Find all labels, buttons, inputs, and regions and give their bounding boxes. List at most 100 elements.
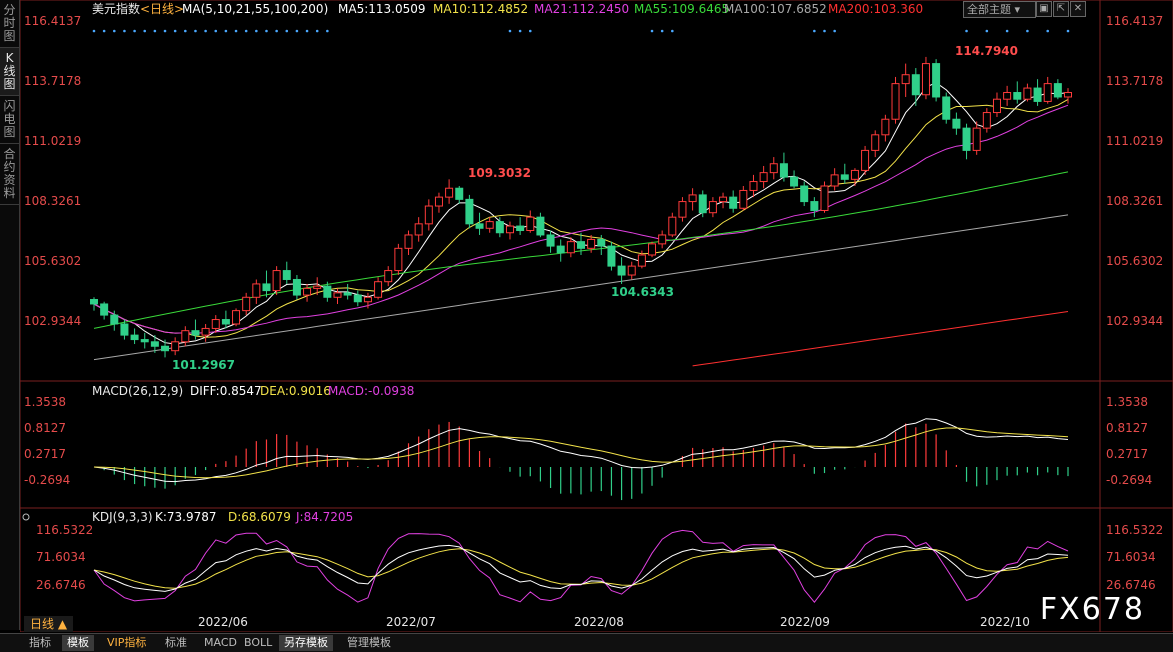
candle-body: [292, 278, 301, 296]
macd-indicator: [93, 418, 1069, 501]
tab-save-template[interactable]: 另存模板: [279, 635, 333, 651]
tab-vip-indicator[interactable]: VIP指标: [102, 635, 151, 651]
macd-tick-label: 0.2717: [1106, 447, 1148, 461]
date-tick-label: 2022/10: [980, 615, 1030, 629]
macd-value: MACD:-0.0938: [328, 384, 414, 398]
signal-dot: [1046, 29, 1050, 33]
tab-kline[interactable]: K线图: [0, 48, 19, 96]
candle-body: [942, 96, 951, 120]
candle-body: [688, 194, 697, 203]
candle-body: [465, 198, 474, 225]
signal-dot: [1066, 29, 1070, 33]
signal-dot: [660, 29, 664, 33]
left-tab-bar: 分时图 K线图 闪电图 合约资料: [0, 0, 20, 630]
candle-body: [749, 181, 758, 191]
tab-timeshare[interactable]: 分时图: [0, 0, 19, 48]
candle-body: [678, 201, 687, 218]
candle-body: [343, 292, 352, 296]
tab-flash[interactable]: 闪电图: [0, 96, 19, 144]
tab-manage-template[interactable]: 管理模板: [342, 635, 396, 651]
macd-tick-label: 0.8127: [1106, 421, 1148, 435]
candle-body: [404, 234, 413, 249]
tab-template[interactable]: 模板: [62, 635, 94, 651]
kdj-panel-frame: [20, 507, 1173, 632]
theme-select[interactable]: 全部主题 ▾: [963, 1, 1036, 18]
kdj-tick-label-left: 71.6034: [36, 550, 86, 564]
signal-dot: [163, 29, 167, 33]
candle-body: [161, 345, 170, 352]
candle-body: [536, 216, 545, 236]
signal-dot: [965, 29, 968, 33]
candle-body: [901, 74, 910, 85]
candle-body: [130, 334, 139, 341]
tab-contract-info[interactable]: 合约资料: [0, 144, 19, 205]
kdj-tick-label: 71.6034: [1106, 550, 1156, 564]
candle-body: [455, 187, 464, 200]
period-selector[interactable]: 日线 ▲: [24, 616, 74, 632]
price-tick-label-left: 108.3261: [24, 194, 81, 208]
annotation-low-august: 104.6343: [611, 285, 674, 299]
annotation-low-june: 101.2967: [172, 358, 235, 372]
signal-dot: [234, 29, 238, 33]
candle-body: [140, 339, 149, 343]
kdj-j: J:84.7205: [295, 510, 353, 524]
kdj-tick-label: 116.5322: [1106, 523, 1163, 537]
candle-body: [1064, 92, 1072, 98]
candle-body: [577, 241, 585, 249]
kdj-settings-icon[interactable]: [22, 513, 30, 521]
price-tick-label: 102.9344: [1106, 314, 1163, 328]
macd-tick-label: -0.2694: [1106, 473, 1152, 487]
candle-body: [282, 270, 291, 280]
signal-dot: [112, 29, 116, 33]
signal-dot: [265, 29, 268, 33]
signal-dot: [305, 29, 309, 33]
candle-body: [475, 223, 484, 229]
kdj-d: D:68.6079: [228, 510, 291, 524]
candle-body: [211, 319, 220, 329]
chart-area[interactable]: 美元指数 <日线> MA(5,10,21,55,100,200) MA5:113…: [20, 0, 1173, 632]
ma5-line: [93, 82, 1069, 345]
popout-icon[interactable]: ⇱: [1053, 1, 1069, 17]
header-ma-label: MA(5,10,21,55,100,200): [182, 2, 328, 16]
kdj-tick-label-left: 116.5322: [36, 523, 93, 537]
signal-dot: [275, 29, 278, 33]
ma55-value: MA55:109.6465: [634, 2, 729, 16]
ma200-value: MA200:103.360: [828, 2, 923, 16]
candle-body: [252, 283, 261, 298]
date-tick-label: 2022/06: [198, 615, 248, 629]
macd-axis: 1.3538 1.3538 0.8127 0.8127 0.2717 0.2717 -0.2…: [24, 395, 1152, 487]
kdj-d-line: [93, 548, 1069, 589]
candle-body: [323, 285, 332, 298]
price-tick-label: 113.7178: [1106, 74, 1163, 88]
restore-icon[interactable]: ▣: [1036, 1, 1052, 17]
candle-body: [658, 234, 667, 245]
candle-body: [566, 241, 575, 254]
price-axis: 116.4137 116.4137 113.7178 113.7178 111.0219…: [24, 14, 1163, 328]
kdj-indicator: [93, 529, 1069, 604]
tab-standard[interactable]: 标准: [160, 635, 192, 651]
candle-body: [708, 201, 717, 214]
tab-indicator[interactable]: 指标: [24, 635, 56, 651]
tab-boll[interactable]: BOLL: [239, 635, 277, 651]
candle-body: [272, 270, 281, 292]
candle-body: [90, 299, 98, 305]
tab-macd[interactable]: MACD: [199, 635, 242, 651]
candle-body: [221, 319, 230, 325]
candle-body: [627, 265, 636, 276]
close-icon[interactable]: ✕: [1070, 1, 1086, 17]
price-tick-label-left: 105.6302: [24, 254, 81, 268]
candle-body: [485, 221, 494, 229]
ma21-line: [93, 104, 1069, 334]
signal-dot: [133, 29, 136, 33]
candle-body: [992, 98, 1001, 114]
candle-body: [120, 323, 129, 336]
price-tick-label-left: 111.0219: [24, 134, 81, 148]
signal-dot: [833, 29, 836, 33]
candle-body: [242, 296, 251, 312]
macd-tick-label-left: 0.8127: [24, 421, 66, 435]
candle-body: [505, 225, 514, 234]
candle-body: [597, 238, 606, 247]
macd-tick-label-left: 1.3538: [24, 395, 66, 409]
macd-label: MACD(26,12,9): [92, 384, 183, 398]
signal-dot: [315, 29, 319, 33]
